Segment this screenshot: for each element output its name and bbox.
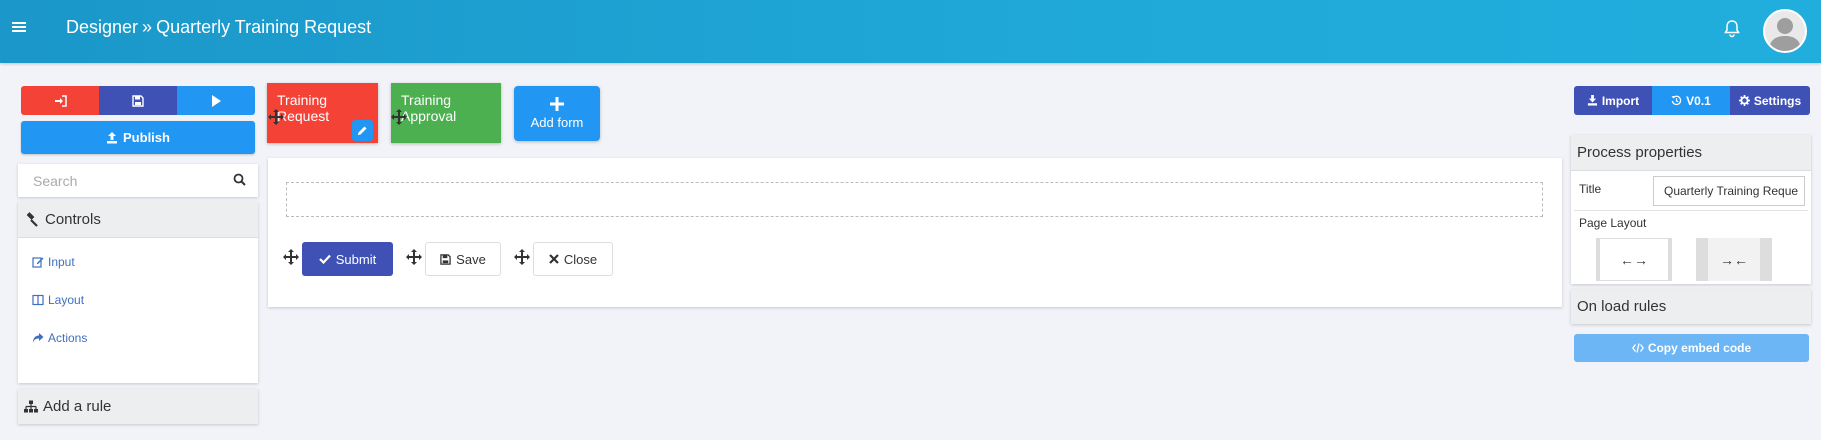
- history-icon: [1671, 95, 1682, 106]
- add-rule-header: Add a rule: [18, 389, 258, 424]
- tab-training-approval-label: Training Approval: [401, 92, 457, 124]
- top-bar: Designer » Quarterly Training Request: [0, 0, 1821, 63]
- settings-label: Settings: [1753, 93, 1802, 108]
- sitemap-icon: [24, 400, 38, 412]
- on-load-rules-panel[interactable]: On load rules: [1571, 289, 1811, 324]
- breadcrumb-root[interactable]: Designer: [66, 17, 138, 38]
- code-icon: [1631, 343, 1644, 353]
- copy-embed-code-button[interactable]: Copy embed code: [1574, 334, 1809, 362]
- import-button[interactable]: Import: [1574, 86, 1652, 115]
- control-input-label: Input: [48, 255, 75, 269]
- title-input[interactable]: [1653, 176, 1805, 206]
- move-icon[interactable]: [405, 248, 423, 266]
- move-icon[interactable]: [282, 248, 300, 266]
- close-button[interactable]: Close: [533, 242, 613, 276]
- submit-button[interactable]: Submit: [302, 242, 393, 276]
- search-box: [18, 164, 258, 197]
- sign-in-icon: [54, 94, 67, 107]
- user-icon: [1769, 18, 1801, 51]
- layout-wide-option[interactable]: ←→: [1596, 238, 1672, 281]
- bell-icon[interactable]: [1722, 19, 1742, 39]
- controls-title: Controls: [45, 211, 101, 228]
- exit-button[interactable]: [21, 86, 99, 115]
- menu-icon[interactable]: [12, 20, 26, 34]
- version-button[interactable]: V0.1: [1652, 86, 1730, 115]
- add-form-label: Add form: [530, 115, 584, 130]
- page-layout-label: Page Layout: [1579, 216, 1647, 230]
- layout-narrow-option[interactable]: →←: [1696, 238, 1772, 281]
- save-icon: [132, 94, 144, 107]
- move-icon[interactable]: [267, 108, 285, 126]
- columns-icon: [32, 294, 44, 306]
- breadcrumb-separator: »: [142, 17, 153, 37]
- form-canvas: [268, 158, 1562, 307]
- save-label: Save: [456, 251, 486, 267]
- arrows-compress-icon: →←: [1720, 251, 1748, 268]
- publish-button[interactable]: Publish: [21, 121, 255, 154]
- pencil-icon: [358, 126, 367, 135]
- gear-icon: [1738, 95, 1750, 106]
- play-icon: [211, 94, 221, 107]
- designer-toolbar: [21, 86, 255, 115]
- copy-embed-label: Copy embed code: [1647, 341, 1752, 355]
- form-dropzone[interactable]: [286, 182, 1543, 217]
- search-input[interactable]: [18, 164, 258, 197]
- on-load-rules-title: On load rules: [1577, 298, 1667, 315]
- avatar[interactable]: [1763, 9, 1807, 53]
- control-layout-label: Layout: [48, 293, 85, 307]
- save-icon: [440, 253, 451, 265]
- share-icon: [33, 333, 44, 343]
- gavel-icon: [26, 211, 38, 227]
- controls-header[interactable]: Controls: [18, 202, 258, 238]
- import-label: Import: [1601, 93, 1640, 108]
- check-icon: [318, 254, 331, 264]
- process-properties-title: Process properties: [1577, 144, 1703, 161]
- save-button[interactable]: [99, 86, 177, 115]
- version-label: V0.1: [1686, 93, 1711, 108]
- move-icon[interactable]: [390, 108, 408, 126]
- control-actions[interactable]: Actions: [32, 331, 87, 345]
- title-label: Title: [1579, 182, 1602, 196]
- move-icon[interactable]: [513, 248, 531, 266]
- edit-icon: [32, 257, 44, 268]
- arrows-expand-icon: ←→: [1620, 251, 1648, 268]
- process-properties-header[interactable]: Process properties: [1571, 135, 1811, 171]
- tab-training-request-label: Training Request: [277, 92, 330, 124]
- search-icon[interactable]: [233, 173, 246, 186]
- divider: [1574, 210, 1808, 211]
- add-rule-panel[interactable]: Add a rule: [18, 389, 258, 424]
- submit-label: Submit: [335, 251, 377, 267]
- page-title: Quarterly Training Request: [156, 17, 372, 37]
- add-rule-label: Add a rule: [43, 398, 112, 415]
- upload-icon: [107, 131, 118, 143]
- control-input[interactable]: Input: [32, 255, 75, 269]
- edit-form-button[interactable]: [352, 120, 373, 141]
- process-toolbar: Import V0.1 Settings: [1574, 86, 1810, 115]
- control-actions-label: Actions: [48, 331, 88, 345]
- close-label: Close: [563, 251, 598, 267]
- download-icon: [1587, 95, 1597, 106]
- close-icon: [549, 254, 559, 264]
- run-button[interactable]: [177, 86, 255, 115]
- plus-icon: [550, 97, 564, 111]
- control-layout[interactable]: Layout: [32, 293, 84, 307]
- publish-label: Publish: [123, 130, 170, 145]
- form-save-button[interactable]: Save: [425, 242, 501, 276]
- breadcrumb: Designer » Quarterly Training Request: [66, 17, 371, 38]
- add-form-button[interactable]: Add form: [514, 86, 600, 141]
- settings-button[interactable]: Settings: [1730, 86, 1810, 115]
